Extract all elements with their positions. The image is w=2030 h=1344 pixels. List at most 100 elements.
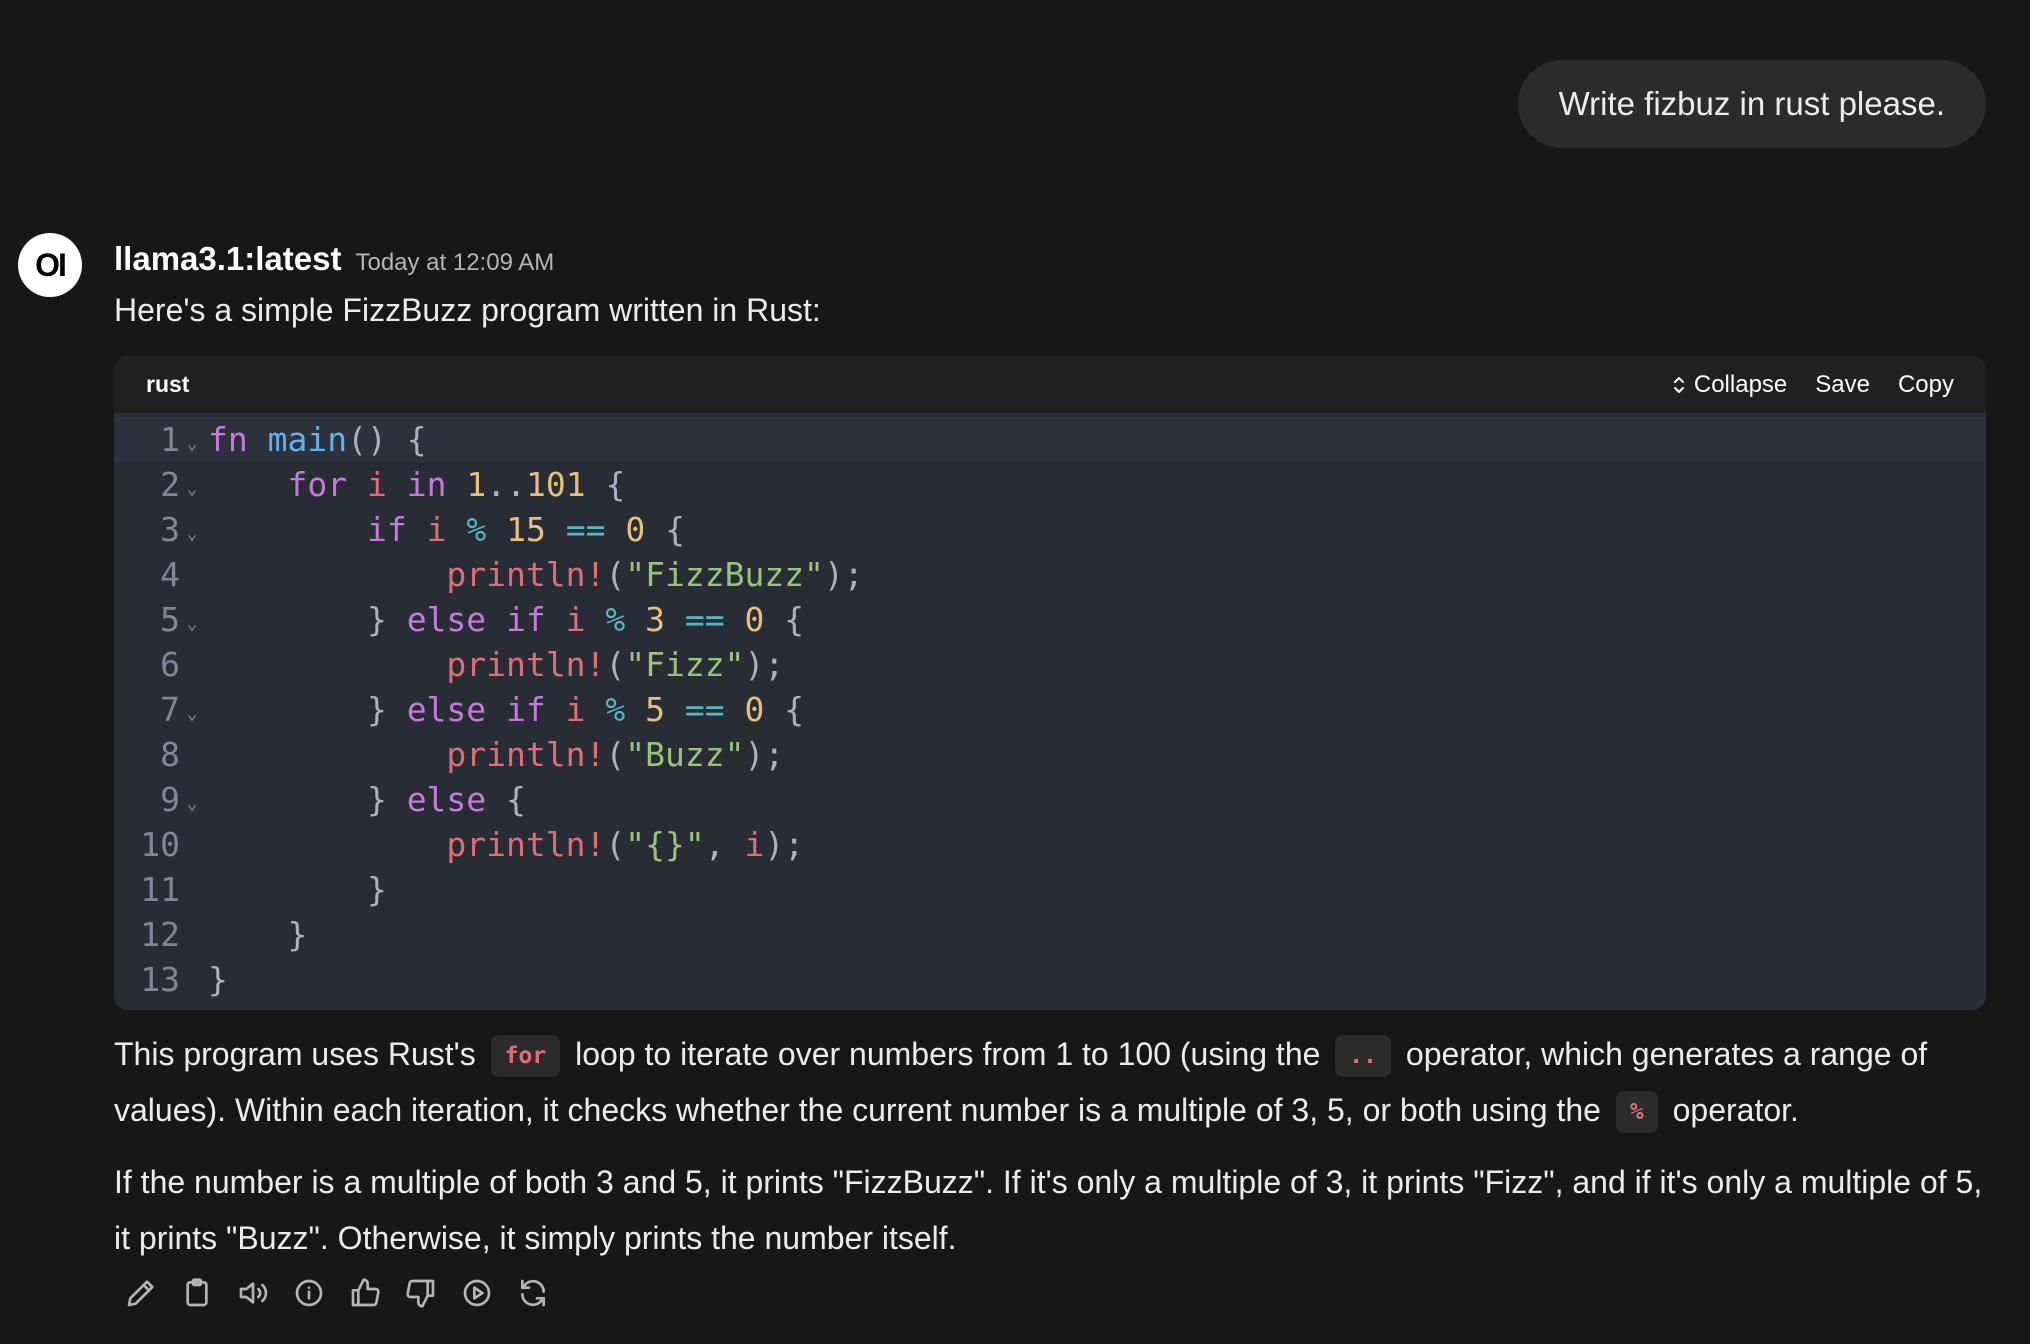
- line-number: 11: [140, 870, 180, 909]
- line-number: 8: [160, 735, 180, 774]
- copy-icon: [186, 1278, 208, 1307]
- message-header: llama3.1:latest Today at 12:09 AM: [114, 240, 554, 278]
- code-line-text: fn main() {: [208, 420, 427, 459]
- good-response-button[interactable]: [348, 1276, 382, 1310]
- line-number: 13: [140, 960, 180, 999]
- paragraph-text: This program uses Rust's: [114, 1036, 476, 1072]
- thumbs-down-icon: [406, 1279, 435, 1308]
- paragraph-text: operator.: [1672, 1092, 1799, 1128]
- info-button[interactable]: [292, 1276, 326, 1310]
- explanation-paragraph-1: This program uses Rust's for loop to ite…: [114, 1026, 1994, 1138]
- code-line[interactable]: 6 println!("Fizz");: [114, 642, 1986, 687]
- line-number: 9: [160, 780, 180, 819]
- code-line-text: } else if i % 3 == 0 {: [208, 600, 805, 639]
- paragraph-text: loop to iterate over numbers from 1 to 1…: [575, 1036, 1321, 1072]
- code-line[interactable]: 1 ⌄ fn main() {: [114, 417, 1986, 462]
- code-line[interactable]: 10 println!("{}", i);: [114, 822, 1986, 867]
- code-line[interactable]: 2 ⌄ for i in 1..101 {: [114, 462, 1986, 507]
- code-line[interactable]: 7 ⌄ } else if i % 5 == 0 {: [114, 687, 1986, 732]
- edit-icon: [127, 1280, 154, 1307]
- user-message-text: Write fizbuz in rust please.: [1558, 85, 1945, 122]
- line-gutter: 8: [114, 732, 204, 777]
- response-intro: Here's a simple FizzBuzz program written…: [114, 292, 821, 328]
- code-line[interactable]: 13}: [114, 957, 1986, 1002]
- line-number: 2: [160, 465, 180, 504]
- code-line-text: println!("{}", i);: [446, 825, 805, 864]
- line-gutter: 2 ⌄: [114, 462, 204, 507]
- line-gutter: 10: [114, 822, 204, 867]
- inline-code-modulo: %: [1615, 1091, 1658, 1133]
- explanation-paragraph-2: If the number is a multiple of both 3 an…: [114, 1164, 1983, 1256]
- line-gutter: 13: [114, 957, 204, 1002]
- line-gutter: 5 ⌄: [114, 597, 204, 642]
- read-aloud-button[interactable]: [236, 1276, 270, 1310]
- message-action-toolbar: [124, 1276, 550, 1310]
- code-line-text: for i in 1..101 {: [287, 465, 626, 504]
- fold-chevron-icon[interactable]: ⌄: [180, 511, 204, 556]
- code-line-text: }: [208, 915, 308, 954]
- thumbs-up-icon: [351, 1278, 380, 1307]
- continue-icon: [463, 1279, 491, 1307]
- collapse-button[interactable]: Collapse: [1672, 371, 1787, 399]
- message-timestamp: Today at 12:09 AM: [355, 249, 555, 276]
- inline-code-for: for: [490, 1035, 561, 1077]
- collapse-label: Collapse: [1693, 370, 1788, 398]
- line-gutter: 11: [114, 867, 204, 912]
- code-actions: Collapse Save Copy: [1672, 371, 1954, 399]
- code-block: rust Collapse Save Copy 1 ⌄ fn main() {2 ⌄ …: [114, 356, 1986, 1010]
- line-number: 5: [160, 600, 180, 639]
- fold-chevron-icon[interactable]: ⌄: [180, 691, 204, 736]
- line-number: 1: [160, 420, 180, 459]
- fold-chevron-icon[interactable]: ⌄: [180, 466, 204, 511]
- code-line[interactable]: 12 }: [114, 912, 1986, 957]
- line-gutter: 9 ⌄: [114, 777, 204, 822]
- copy-button[interactable]: [180, 1276, 214, 1310]
- line-gutter: 6: [114, 642, 204, 687]
- save-button[interactable]: Save: [1815, 371, 1870, 399]
- save-label: Save: [1815, 370, 1870, 398]
- code-line-text: } else if i % 5 == 0 {: [208, 690, 805, 729]
- code-line-text: if i % 15 == 0 {: [366, 510, 685, 549]
- model-avatar: OI: [18, 233, 82, 297]
- edit-button[interactable]: [124, 1276, 158, 1310]
- code-editor[interactable]: 1 ⌄ fn main() {2 ⌄ for i in 1..101 {3 ⌄ if i…: [114, 413, 1986, 1002]
- regenerate-button[interactable]: [516, 1276, 550, 1310]
- code-line[interactable]: 4 println!("FizzBuzz");: [114, 552, 1986, 597]
- copy-code-button[interactable]: Copy: [1898, 371, 1954, 399]
- line-number: 6: [160, 645, 180, 684]
- code-language-label: rust: [146, 371, 190, 397]
- regenerate-icon: [521, 1279, 545, 1307]
- info-icon: [295, 1279, 323, 1307]
- code-line[interactable]: 11 }: [114, 867, 1986, 912]
- read-aloud-icon: [239, 1282, 268, 1304]
- code-line-text: }: [208, 870, 387, 909]
- copy-label: Copy: [1897, 370, 1954, 398]
- inline-code-range: ..: [1335, 1035, 1391, 1077]
- code-line[interactable]: 3 ⌄ if i % 15 == 0 {: [114, 507, 1986, 552]
- code-line-text: println!("FizzBuzz");: [446, 555, 864, 594]
- bad-response-button[interactable]: [404, 1276, 438, 1310]
- line-gutter: 4: [114, 552, 204, 597]
- line-gutter: 12: [114, 912, 204, 957]
- code-line[interactable]: 8 println!("Buzz");: [114, 732, 1986, 777]
- code-line-text: }: [208, 960, 228, 999]
- code-line[interactable]: 5 ⌄ } else if i % 3 == 0 {: [114, 597, 1986, 642]
- fold-chevron-icon[interactable]: ⌄: [180, 421, 204, 466]
- continue-button[interactable]: [460, 1276, 494, 1310]
- fold-chevron-icon[interactable]: ⌄: [180, 781, 204, 826]
- line-number: 7: [160, 690, 180, 729]
- code-line-text: println!("Buzz");: [446, 735, 785, 774]
- code-line-text: } else {: [208, 780, 526, 819]
- fold-chevron-icon[interactable]: ⌄: [180, 601, 204, 646]
- code-line-text: println!("Fizz");: [446, 645, 785, 684]
- line-number: 4: [160, 555, 180, 594]
- line-number: 10: [140, 825, 180, 864]
- line-number: 12: [140, 915, 180, 954]
- user-message-bubble: Write fizbuz in rust please.: [1517, 60, 1986, 148]
- line-gutter: 7 ⌄: [114, 687, 204, 732]
- chevron-up-down-icon: [1673, 376, 1684, 393]
- code-line[interactable]: 9 ⌄ } else {: [114, 777, 1986, 822]
- model-name: llama3.1:latest: [114, 240, 342, 277]
- line-gutter: 3 ⌄: [114, 507, 204, 552]
- line-number: 3: [160, 510, 180, 549]
